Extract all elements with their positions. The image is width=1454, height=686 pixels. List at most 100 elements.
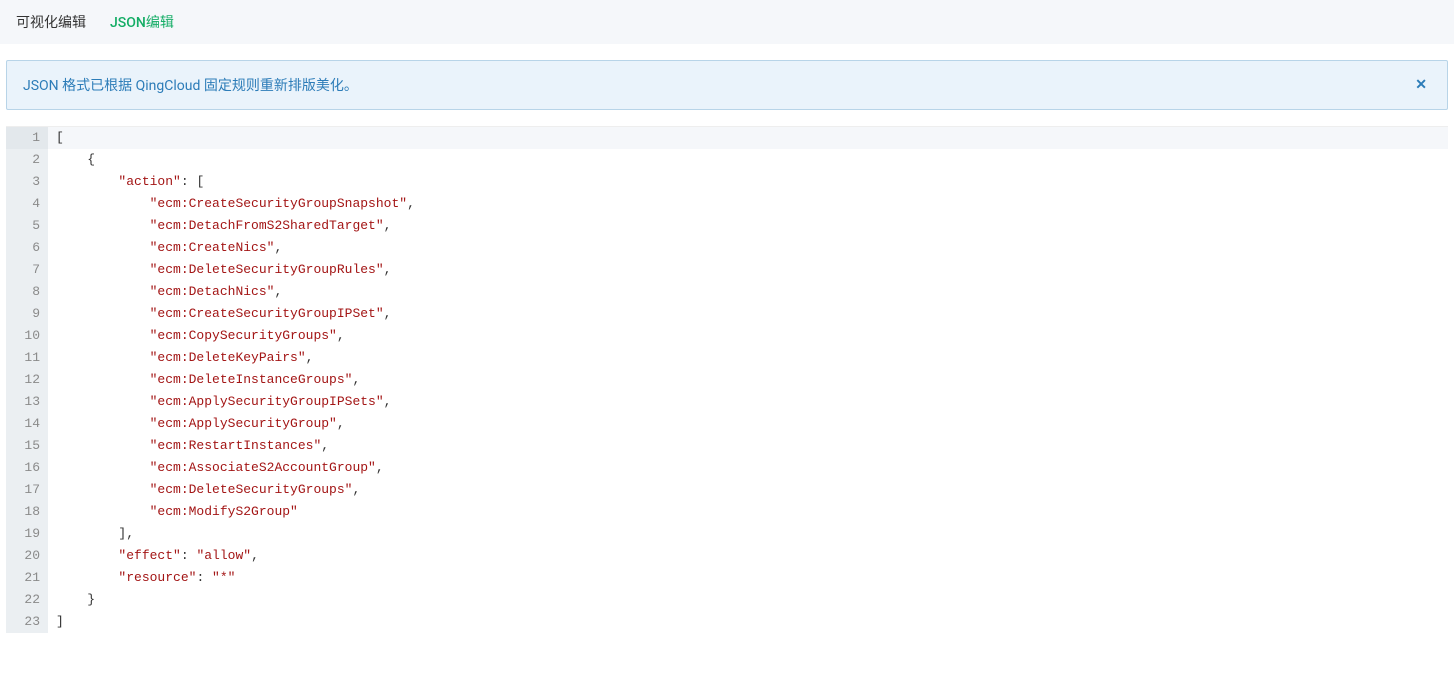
token-string: "ecm:CreateSecurityGroupIPSet" [150, 306, 384, 321]
editor-line[interactable]: 15 "ecm:RestartInstances", [6, 435, 1448, 457]
editor-line[interactable]: 8 "ecm:DetachNics", [6, 281, 1448, 303]
token-string: "ecm:DetachNics" [150, 284, 275, 299]
code-content[interactable]: "ecm:CreateNics", [48, 237, 282, 259]
token-punct: , [384, 218, 392, 233]
token-string: "ecm:AssociateS2AccountGroup" [150, 460, 376, 475]
token-bracket: ] [56, 614, 64, 629]
editor-line[interactable]: 9 "ecm:CreateSecurityGroupIPSet", [6, 303, 1448, 325]
editor-line[interactable]: 4 "ecm:CreateSecurityGroupSnapshot", [6, 193, 1448, 215]
line-number: 19 [6, 523, 48, 545]
token-string: "ecm:ApplySecurityGroup" [150, 416, 337, 431]
editor-line[interactable]: 3 "action": [ [6, 171, 1448, 193]
editor-line[interactable]: 7 "ecm:DeleteSecurityGroupRules", [6, 259, 1448, 281]
editor-line[interactable]: 19 ], [6, 523, 1448, 545]
code-content[interactable]: "ecm:DeleteInstanceGroups", [48, 369, 360, 391]
code-content[interactable]: "ecm:DeleteSecurityGroups", [48, 479, 360, 501]
code-content[interactable]: "ecm:DetachFromS2SharedTarget", [48, 215, 391, 237]
token-punct: { [87, 152, 95, 167]
code-content[interactable]: "ecm:CreateSecurityGroupIPSet", [48, 303, 391, 325]
token-string: "ecm:RestartInstances" [150, 438, 322, 453]
line-number: 14 [6, 413, 48, 435]
token-string: "ecm:CreateSecurityGroupSnapshot" [150, 196, 407, 211]
alert-banner: JSON 格式已根据 QingCloud 固定规则重新排版美化。 ✕ [6, 60, 1448, 110]
token-punct: , [376, 460, 384, 475]
token-string: "ecm:DeleteSecurityGroups" [150, 482, 353, 497]
line-number: 15 [6, 435, 48, 457]
token-key: "resource" [118, 570, 196, 585]
code-content[interactable]: "ecm:CopySecurityGroups", [48, 325, 345, 347]
line-number: 8 [6, 281, 48, 303]
token-punct: , [384, 306, 392, 321]
code-content[interactable]: "resource": "*" [48, 567, 235, 589]
code-content[interactable]: [ [48, 127, 64, 149]
token-punct: , [274, 284, 282, 299]
editor-line[interactable]: 14 "ecm:ApplySecurityGroup", [6, 413, 1448, 435]
token-punct: ], [118, 526, 134, 541]
editor-line[interactable]: 18 "ecm:ModifyS2Group" [6, 501, 1448, 523]
line-number: 4 [6, 193, 48, 215]
code-content[interactable]: "ecm:DeleteKeyPairs", [48, 347, 313, 369]
token-string: "allow" [196, 548, 251, 563]
code-content[interactable]: { [48, 149, 95, 171]
token-string: "ecm:CopySecurityGroups" [150, 328, 337, 343]
editor-line[interactable]: 11 "ecm:DeleteKeyPairs", [6, 347, 1448, 369]
editor-line[interactable]: 22 } [6, 589, 1448, 611]
line-number: 10 [6, 325, 48, 347]
line-number: 16 [6, 457, 48, 479]
line-number: 22 [6, 589, 48, 611]
token-key: "effect" [118, 548, 180, 563]
editor-line[interactable]: 12 "ecm:DeleteInstanceGroups", [6, 369, 1448, 391]
token-string: "ecm:DetachFromS2SharedTarget" [150, 218, 384, 233]
line-number: 17 [6, 479, 48, 501]
code-content[interactable]: "ecm:RestartInstances", [48, 435, 329, 457]
token-punct: } [87, 592, 95, 607]
tab-json-edit[interactable]: JSON编辑 [110, 12, 174, 32]
line-number: 7 [6, 259, 48, 281]
editor-line[interactable]: 16 "ecm:AssociateS2AccountGroup", [6, 457, 1448, 479]
line-number: 20 [6, 545, 48, 567]
code-content[interactable]: ], [48, 523, 134, 545]
editor-line[interactable]: 21 "resource": "*" [6, 567, 1448, 589]
token-punct: , [306, 350, 314, 365]
code-content[interactable]: ] [48, 611, 64, 633]
editor-line[interactable]: 20 "effect": "allow", [6, 545, 1448, 567]
code-content[interactable]: } [48, 589, 95, 611]
token-punct: , [384, 394, 392, 409]
token-punct: , [407, 196, 415, 211]
token-punct: : [196, 570, 212, 585]
editor-line[interactable]: 2 { [6, 149, 1448, 171]
code-content[interactable]: "ecm:AssociateS2AccountGroup", [48, 457, 384, 479]
token-punct: , [337, 328, 345, 343]
line-number: 1 [6, 127, 48, 149]
line-number: 6 [6, 237, 48, 259]
close-icon[interactable]: ✕ [1411, 77, 1431, 93]
editor-line[interactable]: 5 "ecm:DetachFromS2SharedTarget", [6, 215, 1448, 237]
token-punct: , [321, 438, 329, 453]
code-content[interactable]: "ecm:CreateSecurityGroupSnapshot", [48, 193, 415, 215]
token-punct: , [251, 548, 259, 563]
token-punct: , [384, 262, 392, 277]
editor-line[interactable]: 23] [6, 611, 1448, 633]
code-content[interactable]: "ecm:ModifyS2Group" [48, 501, 298, 523]
token-punct: : [181, 548, 197, 563]
code-content[interactable]: "ecm:ApplySecurityGroup", [48, 413, 345, 435]
token-string: "ecm:ApplySecurityGroupIPSets" [150, 394, 384, 409]
editor-line[interactable]: 1[ [6, 127, 1448, 149]
code-content[interactable]: "ecm:ApplySecurityGroupIPSets", [48, 391, 391, 413]
line-number: 3 [6, 171, 48, 193]
editor-line[interactable]: 10 "ecm:CopySecurityGroups", [6, 325, 1448, 347]
token-key: "action" [118, 174, 180, 189]
editor-line[interactable]: 17 "ecm:DeleteSecurityGroups", [6, 479, 1448, 501]
editor-line[interactable]: 6 "ecm:CreateNics", [6, 237, 1448, 259]
token-punct: : [ [181, 174, 204, 189]
tab-bar: 可视化编辑 JSON编辑 [0, 0, 1454, 44]
json-editor[interactable]: 1[2 {3 "action": [4 "ecm:CreateSecurityG… [6, 126, 1448, 633]
editor-line[interactable]: 13 "ecm:ApplySecurityGroupIPSets", [6, 391, 1448, 413]
line-number: 9 [6, 303, 48, 325]
tab-visual-edit[interactable]: 可视化编辑 [16, 12, 86, 32]
code-content[interactable]: "ecm:DeleteSecurityGroupRules", [48, 259, 391, 281]
code-content[interactable]: "effect": "allow", [48, 545, 259, 567]
code-content[interactable]: "action": [ [48, 171, 204, 193]
code-content[interactable]: "ecm:DetachNics", [48, 281, 282, 303]
line-number: 23 [6, 611, 48, 633]
